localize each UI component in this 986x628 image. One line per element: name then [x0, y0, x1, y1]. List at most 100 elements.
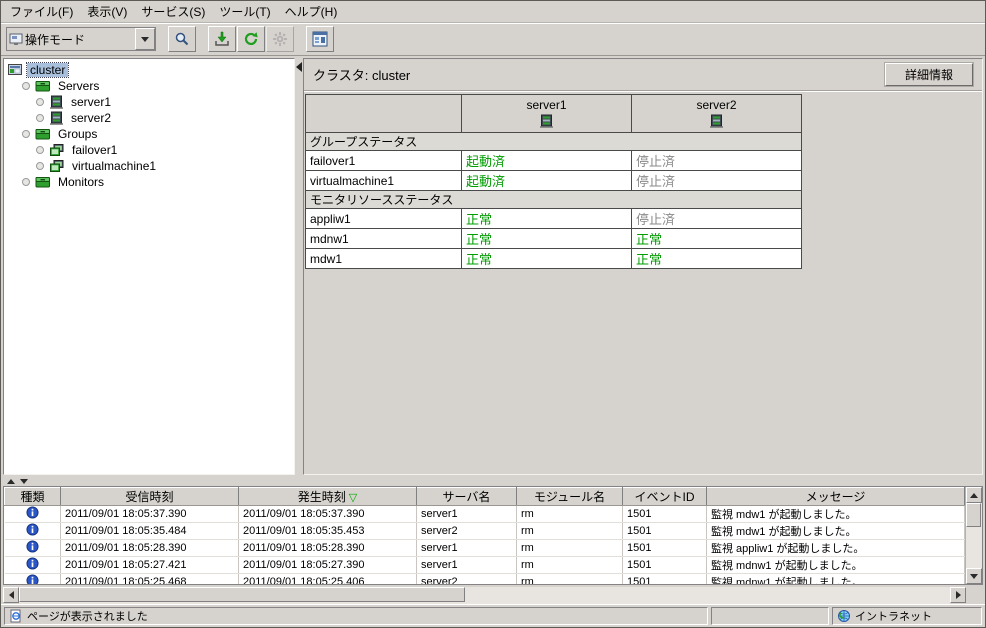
log-column-header-4[interactable]: モジュール名 [517, 488, 623, 506]
splitter-up-arrow-icon[interactable] [7, 479, 15, 484]
log-horizontal-scrollbar[interactable] [3, 587, 983, 604]
menu-item[interactable]: 表示(V) [80, 0, 134, 23]
tree-expand-handle[interactable] [22, 178, 30, 186]
log-cell: 2011/09/01 18:05:37.390 [239, 506, 417, 523]
tree-item-virtualmachine1[interactable]: virtualmachine1 [4, 158, 294, 174]
server-icon [539, 114, 554, 129]
scrollbar-thumb[interactable] [966, 503, 981, 527]
folder-icon [35, 79, 51, 93]
resource-name[interactable]: virtualmachine1 [306, 171, 462, 191]
gear-icon [272, 31, 288, 47]
scroll-left-button[interactable] [3, 587, 19, 603]
log-cell: 監視 appliw1 が起動しました。 [707, 540, 965, 557]
status-value: 停止済 [632, 209, 802, 229]
tree-expand-handle[interactable] [22, 82, 30, 90]
tree-expand-handle[interactable] [36, 146, 44, 154]
tree-indent [8, 134, 22, 135]
mode-combo[interactable]: 操作モード [6, 27, 156, 51]
scrollbar-corner [966, 587, 983, 604]
tree-item-Groups[interactable]: Groups [4, 126, 294, 142]
log-cell: rm [517, 557, 623, 574]
status-table-corner [306, 95, 462, 133]
status-row-mdnw1[interactable]: mdnw1正常正常 [306, 229, 802, 249]
log-column-header-3[interactable]: サーバ名 [417, 488, 517, 506]
log-column-header-6[interactable]: メッセージ [707, 488, 965, 506]
scroll-up-button[interactable] [966, 487, 982, 503]
server-name-label: server2 [636, 98, 797, 112]
tree-expand-handle[interactable] [36, 98, 44, 106]
detail-info-button[interactable]: 詳細情報 [885, 63, 973, 86]
mode-combo-arrow[interactable] [135, 28, 155, 50]
search-button[interactable] [168, 26, 196, 52]
tree-expand-handle[interactable] [36, 162, 44, 170]
options-button[interactable] [266, 26, 294, 52]
log-column-header-5[interactable]: イベントID [623, 488, 707, 506]
log-cell: 1501 [623, 523, 707, 540]
log-row[interactable]: 2011/09/01 18:05:27.4212011/09/01 18:05:… [5, 557, 965, 574]
log-cell: 1501 [623, 557, 707, 574]
tree-item-failover1[interactable]: failover1 [4, 142, 294, 158]
scrollbar-track[interactable] [966, 503, 982, 568]
reload-button[interactable] [237, 26, 265, 52]
integrated-manager-button[interactable] [306, 26, 334, 52]
arrow-right-icon [956, 591, 961, 599]
tree-item-label: Groups [55, 127, 100, 141]
log-cell: 2011/09/01 18:05:25.406 [239, 574, 417, 585]
scroll-right-button[interactable] [950, 587, 966, 603]
status-row-virtualmachine1[interactable]: virtualmachine1起動済停止済 [306, 171, 802, 191]
splitter-down-arrow-icon[interactable] [20, 479, 28, 484]
log-cell: server2 [417, 523, 517, 540]
tree-item-cluster[interactable]: cluster [4, 62, 294, 78]
scroll-down-button[interactable] [966, 568, 982, 584]
tree-item-label: failover1 [69, 143, 120, 157]
resource-name[interactable]: mdnw1 [306, 229, 462, 249]
log-row[interactable]: 2011/09/01 18:05:35.4842011/09/01 18:05:… [5, 523, 965, 540]
tree-item-server2[interactable]: server2 [4, 110, 294, 126]
status-table: server1server2グループステータスfailover1起動済停止済vi… [305, 94, 802, 269]
vertical-splitter[interactable] [295, 56, 303, 477]
log-type-cell [5, 506, 61, 523]
log-vertical-scrollbar[interactable] [965, 487, 982, 584]
resource-name[interactable]: failover1 [306, 151, 462, 171]
scrollbar-track-horizontal[interactable] [19, 587, 950, 604]
log-cell: 1501 [623, 506, 707, 523]
status-row-failover1[interactable]: failover1起動済停止済 [306, 151, 802, 171]
log-row[interactable]: 2011/09/01 18:05:25.4682011/09/01 18:05:… [5, 574, 965, 585]
collect-logs-button[interactable] [208, 26, 236, 52]
log-panel: 種類受信時刻発生時刻▽サーバ名モジュール名イベントIDメッセージ2011/09/… [3, 486, 983, 585]
menu-item[interactable]: サービス(S) [134, 0, 212, 23]
menu-item[interactable]: ヘルプ(H) [278, 0, 345, 23]
log-column-header-0[interactable]: 種類 [5, 488, 61, 506]
status-row-mdw1[interactable]: mdw1正常正常 [306, 249, 802, 269]
group-icon [49, 159, 65, 173]
menu-item[interactable]: ファイル(F) [3, 0, 80, 23]
tree-item-server1[interactable]: server1 [4, 94, 294, 110]
log-cell: server1 [417, 540, 517, 557]
tree-expand-handle[interactable] [36, 114, 44, 122]
scrollbar-thumb-horizontal[interactable] [19, 587, 465, 602]
resource-name[interactable]: appliw1 [306, 209, 462, 229]
log-cell: 2011/09/01 18:05:28.390 [239, 540, 417, 557]
tree-expand-handle[interactable] [22, 130, 30, 138]
log-row[interactable]: 2011/09/01 18:05:28.3902011/09/01 18:05:… [5, 540, 965, 557]
search-icon [174, 31, 190, 47]
toolbar-buttons [168, 26, 335, 52]
status-row-appliw1[interactable]: appliw1正常停止済 [306, 209, 802, 229]
tree-item-Monitors[interactable]: Monitors [4, 174, 294, 190]
folder-icon [35, 175, 51, 189]
log-type-cell [5, 574, 61, 585]
tree-item-Servers[interactable]: Servers [4, 78, 294, 94]
menu-item[interactable]: ツール(T) [212, 0, 277, 23]
log-row[interactable]: 2011/09/01 18:05:37.3902011/09/01 18:05:… [5, 506, 965, 523]
resource-name[interactable]: mdw1 [306, 249, 462, 269]
splitter-collapse-arrow-icon[interactable] [296, 62, 302, 72]
log-column-header-1[interactable]: 受信時刻 [61, 488, 239, 506]
info-icon [26, 523, 39, 536]
log-cell: server1 [417, 557, 517, 574]
info-icon [26, 540, 39, 553]
log-cell: server2 [417, 574, 517, 585]
log-type-cell [5, 540, 61, 557]
log-column-header-2[interactable]: 発生時刻▽ [239, 488, 417, 506]
horizontal-splitter[interactable] [1, 477, 985, 486]
cluster-tree: clusterServersserver1server2Groups failov… [3, 58, 295, 475]
